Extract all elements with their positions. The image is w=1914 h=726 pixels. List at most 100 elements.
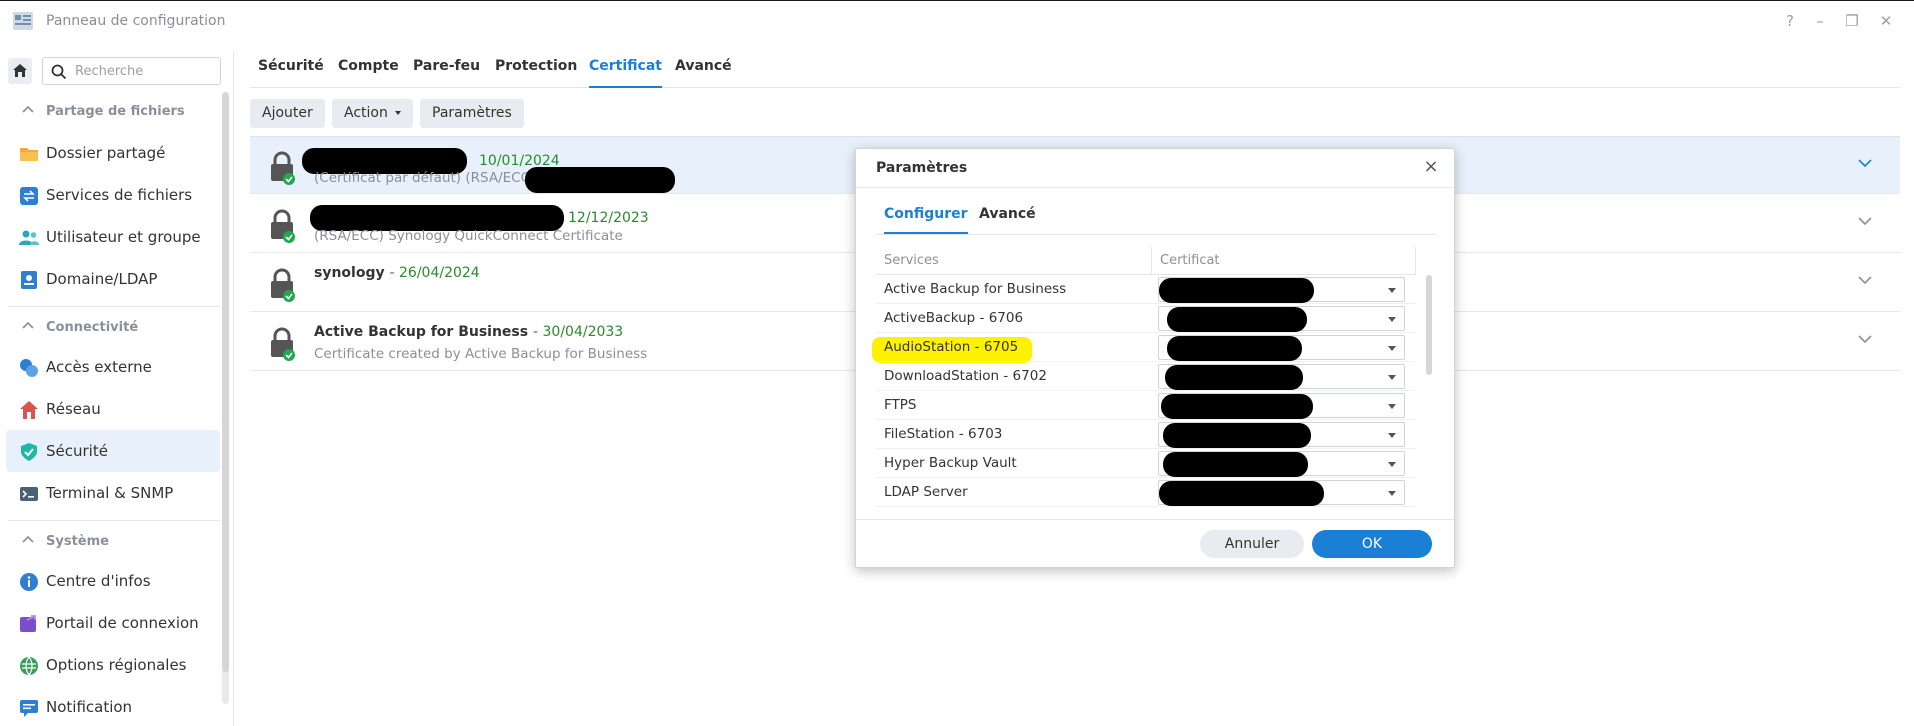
table-row: AudioStation - 6705	[876, 333, 1416, 362]
search-input[interactable]	[75, 62, 215, 80]
lock-icon	[271, 209, 295, 243]
ok-button[interactable]: OK	[1312, 530, 1432, 558]
dialog-title: Paramètres	[876, 160, 968, 176]
cancel-button[interactable]: Annuler	[1200, 530, 1304, 558]
certificate-select[interactable]	[1158, 277, 1405, 303]
chevron-down-icon[interactable]	[1858, 276, 1872, 285]
settings-button[interactable]: Paramètres	[420, 99, 524, 128]
table-row: FTPS	[876, 391, 1416, 420]
search-box	[42, 57, 221, 85]
tab-security[interactable]: Sécurité	[258, 58, 324, 88]
restore-icon[interactable]: ❐	[1842, 11, 1862, 31]
certificate-select[interactable]	[1158, 364, 1405, 390]
action-button[interactable]: Action	[332, 99, 414, 128]
sidebar-item-domain-ldap[interactable]: Domaine/LDAP	[6, 258, 220, 300]
column-separator[interactable]	[1415, 247, 1416, 275]
users-icon	[19, 230, 39, 245]
tab-advanced[interactable]: Avancé	[979, 206, 1036, 234]
sidebar-item-users-groups[interactable]: Utilisateur et groupe	[6, 216, 220, 258]
tab-firewall[interactable]: Pare-feu	[413, 58, 480, 88]
sidebar-item-label: Domaine/LDAP	[46, 270, 158, 288]
caret-down-icon	[1388, 462, 1396, 467]
sidebar-item-terminal-snmp[interactable]: Terminal & SNMP	[6, 472, 220, 514]
certificate-select[interactable]	[1158, 422, 1405, 448]
redaction	[1165, 365, 1303, 390]
close-icon[interactable]: ×	[1422, 158, 1440, 176]
section-header-system[interactable]: Système	[0, 522, 220, 562]
redaction	[1163, 452, 1308, 477]
services-grid-header: Services Certificat	[876, 247, 1416, 275]
sidebar-item-label: Options régionales	[46, 656, 187, 674]
external-access-icon	[20, 359, 38, 377]
certificate-select[interactable]	[1158, 335, 1405, 361]
tab-configure[interactable]: Configurer	[884, 206, 968, 234]
tab-advanced[interactable]: Avancé	[675, 58, 732, 88]
window-titlebar: Panneau de configuration ? – ❐ ✕	[0, 0, 1914, 40]
window-title: Panneau de configuration	[46, 13, 226, 29]
tab-certificate[interactable]: Certificat	[589, 58, 662, 88]
lock-icon	[271, 327, 295, 361]
dialog-header-divider	[856, 187, 1454, 188]
sidebar-item-security[interactable]: Sécurité	[6, 430, 220, 472]
sidebar-item-label: Accès externe	[46, 358, 152, 376]
sidebar-item-shared-folder[interactable]: Dossier partagé	[6, 132, 220, 174]
notification-icon	[20, 700, 38, 717]
table-row: Hyper Backup Vault	[876, 449, 1416, 478]
certificate-select[interactable]	[1158, 306, 1405, 332]
section-header-connectivity[interactable]: Connectivité	[0, 308, 220, 348]
sidebar-item-external-access[interactable]: Accès externe	[6, 346, 220, 388]
table-row: LDAP Server	[876, 478, 1416, 507]
column-header-services[interactable]: Services	[884, 253, 939, 268]
column-separator[interactable]	[1151, 247, 1152, 275]
help-icon[interactable]: ?	[1780, 11, 1800, 31]
sidebar-divider	[8, 306, 220, 307]
section-title: Système	[46, 534, 109, 549]
dialog-scrollbar[interactable]	[1426, 275, 1432, 375]
redaction	[1159, 278, 1314, 303]
section-header-file-sharing[interactable]: Partage de fichiers	[0, 92, 220, 132]
sidebar-scrollbar[interactable]	[222, 92, 229, 672]
sidebar-item-login-portal[interactable]: Portail de connexion	[6, 602, 220, 644]
sidebar-item-file-services[interactable]: Services de fichiers	[6, 174, 220, 216]
close-icon[interactable]: ✕	[1876, 11, 1896, 31]
redaction	[1159, 481, 1324, 506]
add-button[interactable]: Ajouter	[250, 99, 325, 128]
redaction	[1167, 307, 1307, 332]
file-services-icon	[20, 187, 38, 205]
lock-icon	[271, 268, 295, 302]
redaction	[1161, 394, 1313, 419]
sidebar-item-info-center[interactable]: Centre d'infos	[6, 560, 220, 602]
action-button-label: Action	[344, 105, 388, 121]
caret-down-icon	[1388, 491, 1396, 496]
chevron-up-icon	[22, 105, 34, 113]
home-button[interactable]	[8, 58, 32, 84]
terminal-icon	[20, 487, 38, 501]
redaction	[1163, 423, 1311, 448]
tab-protection[interactable]: Protection	[495, 58, 577, 88]
sidebar-item-regional-options[interactable]: Options régionales	[6, 644, 220, 686]
sidebar-item-label: Notification	[46, 698, 133, 716]
control-panel-icon	[13, 12, 33, 30]
sidebar-item-label: Dossier partagé	[46, 144, 166, 162]
chevron-down-icon[interactable]	[1858, 217, 1872, 226]
chevron-down-icon[interactable]	[1858, 159, 1872, 168]
tab-account[interactable]: Compte	[338, 58, 399, 88]
caret-down-icon	[1388, 404, 1396, 409]
chevron-down-icon[interactable]	[1858, 335, 1872, 344]
minimize-icon[interactable]: –	[1810, 11, 1830, 31]
service-name: FTPS	[884, 397, 917, 413]
sidebar-item-label: Utilisateur et groupe	[46, 228, 201, 246]
lock-icon	[271, 151, 295, 185]
service-name: LDAP Server	[884, 484, 968, 500]
certificate-description: (RSA/ECC) Synology QuickConnect Certific…	[314, 228, 623, 244]
certificate-name: synology - 26/04/2024	[314, 265, 480, 281]
certificate-select[interactable]	[1158, 451, 1405, 477]
sidebar-item-notification[interactable]: Notification	[6, 686, 220, 726]
redaction	[1167, 336, 1302, 361]
sidebar-item-label: Portail de connexion	[46, 614, 199, 632]
certificate-select[interactable]	[1158, 393, 1405, 419]
sidebar-item-network[interactable]: Réseau	[6, 388, 220, 430]
certificate-select[interactable]	[1158, 480, 1405, 506]
column-header-certificate[interactable]: Certificat	[1160, 253, 1220, 268]
security-tabs: Sécurité Compte Pare-feu Protection Cert…	[250, 52, 1900, 88]
